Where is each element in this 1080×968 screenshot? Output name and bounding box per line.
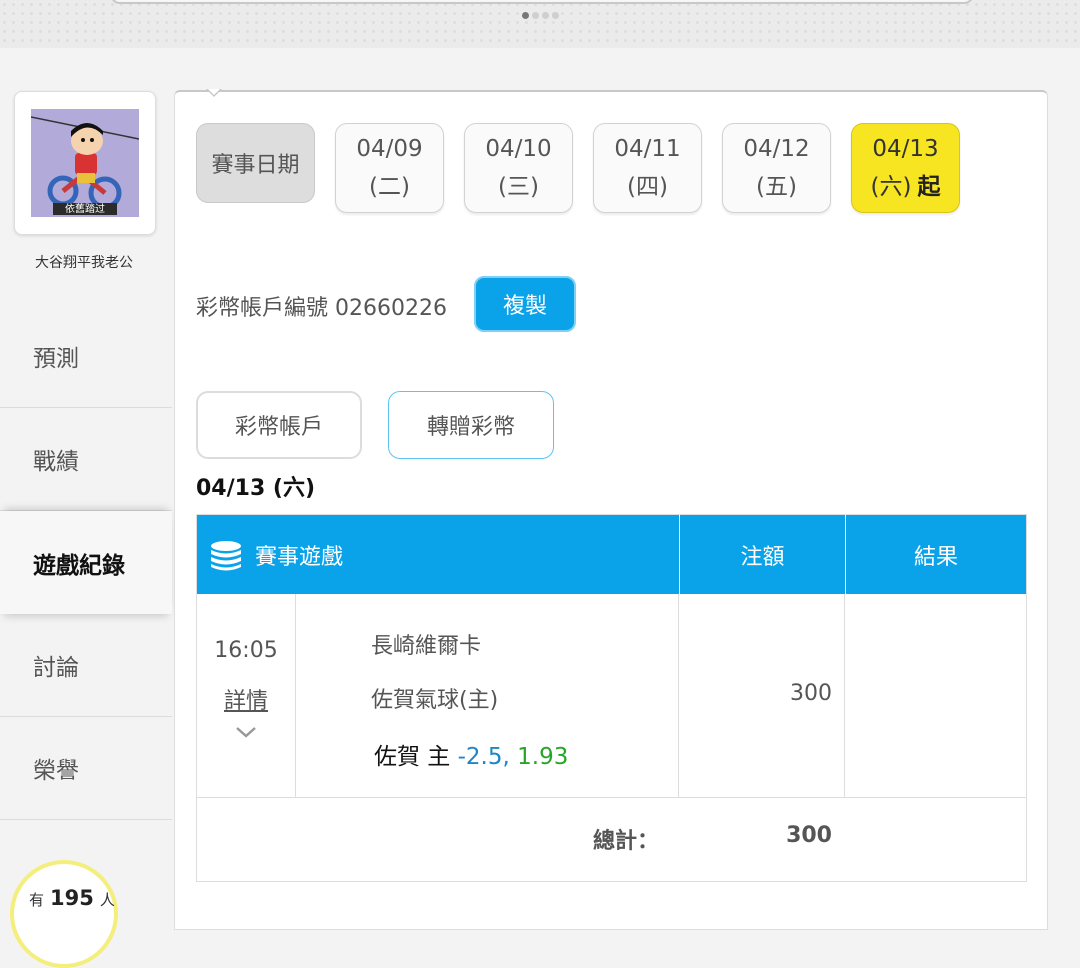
pick-handicap: -2.5, (457, 744, 510, 770)
sidebar-item-record[interactable]: 戰績 (0, 408, 172, 511)
date-text: 04/09 (356, 136, 423, 162)
column-divider (295, 594, 296, 797)
chevron-down-icon[interactable] (234, 723, 258, 741)
match-time: 16:05 (214, 638, 278, 663)
row-divider (197, 797, 1026, 798)
weekday-value: (六) (870, 174, 912, 200)
account-number-line: 彩幣帳戶編號 02660226 (196, 290, 447, 322)
avatar-image: 依舊踏过 (31, 109, 139, 217)
header-game: 賽事遊戲 (197, 515, 679, 594)
sidebar-item-honor[interactable]: 榮譽 (0, 717, 172, 820)
tab-transfer-coins[interactable]: 轉贈彩幣 (388, 391, 554, 459)
weekday-text: (四) (627, 174, 668, 200)
pick-team: 佐賀 主 (374, 744, 458, 770)
section-date-title: 04/13 (六) (196, 476, 316, 501)
header-bet: 注額 (679, 515, 845, 594)
weekday-text: (三) (498, 174, 539, 200)
total-label: 總計： (593, 829, 660, 854)
weekday-text: (二) (369, 174, 410, 200)
bet-amount: 300 (790, 681, 832, 706)
weekday-text: (六) 起 (871, 168, 941, 206)
online-count: 有 195 人 (29, 886, 115, 910)
online-count-badge (10, 860, 118, 968)
pager-dot[interactable] (542, 12, 549, 19)
column-divider (844, 594, 845, 797)
top-bar (110, 0, 974, 4)
sidebar-item-predict[interactable]: 預測 (0, 305, 172, 408)
avatar-caption: 依舊踏过 (65, 202, 105, 215)
date-text: 04/11 (614, 136, 681, 162)
top-strip (0, 0, 1080, 48)
account-number: 02660226 (335, 296, 447, 321)
home-team: 佐賀氣球(主) (371, 688, 499, 713)
weekday-text: (五) (756, 174, 797, 200)
date-button-0412[interactable]: 04/12 (五) (722, 123, 831, 213)
pager-dot[interactable] (532, 12, 539, 19)
pager-dots[interactable] (522, 12, 559, 19)
date-button-0413[interactable]: 04/13 (六) 起 (851, 123, 960, 213)
date-text: 04/10 (485, 136, 552, 162)
online-prefix: 有 (29, 891, 45, 909)
date-button-0410[interactable]: 04/10 (三) (464, 123, 573, 213)
bet-pick: 佐賀 主 -2.5, 1.93 (374, 737, 568, 771)
sidebar-nav: 預測 戰績 遊戲紀錄 討論 榮譽 (0, 305, 172, 820)
tab-coin-account[interactable]: 彩幣帳戶 (196, 391, 362, 459)
pager-dot-active[interactable] (522, 12, 529, 19)
table-header: 賽事遊戲 注額 結果 (197, 515, 1026, 594)
sidebar-item-discussion[interactable]: 討論 (0, 614, 172, 717)
online-number: 195 (50, 886, 94, 910)
date-button-0409[interactable]: 04/09 (二) (335, 123, 444, 213)
account-label: 彩幣帳戶編號 (196, 296, 329, 321)
game-record-table: 賽事遊戲 注額 結果 16:05 詳情 長崎維爾卡 佐賀氣球(主) 佐賀 主 -… (196, 514, 1027, 882)
away-team: 長崎維爾卡 (371, 634, 482, 659)
online-suffix: 人 (99, 891, 115, 909)
avatar[interactable]: 依舊踏过 (14, 91, 156, 235)
details-link[interactable]: 詳情 (197, 683, 295, 715)
scallop-edge (0, 42, 1080, 52)
date-text: 04/12 (743, 136, 810, 162)
panel-notch-inner (208, 89, 220, 95)
total-value: 300 (786, 823, 832, 848)
pager-dot[interactable] (552, 12, 559, 19)
coins-icon (211, 540, 241, 570)
date-text: 04/13 (872, 136, 939, 162)
match-date-label: 賽事日期 (196, 123, 315, 203)
avatar-picture: 依舊踏过 (31, 109, 139, 217)
header-game-label: 賽事遊戲 (255, 544, 344, 570)
copy-button[interactable]: 複製 (474, 276, 576, 332)
date-start-marker: 起 (917, 174, 941, 200)
date-button-0411[interactable]: 04/11 (四) (593, 123, 702, 213)
pick-odds: 1.93 (509, 744, 569, 770)
username: 大谷翔平我老公 (35, 255, 133, 271)
sidebar-item-game-history[interactable]: 遊戲紀錄 (0, 511, 172, 614)
header-result: 結果 (845, 515, 1026, 594)
